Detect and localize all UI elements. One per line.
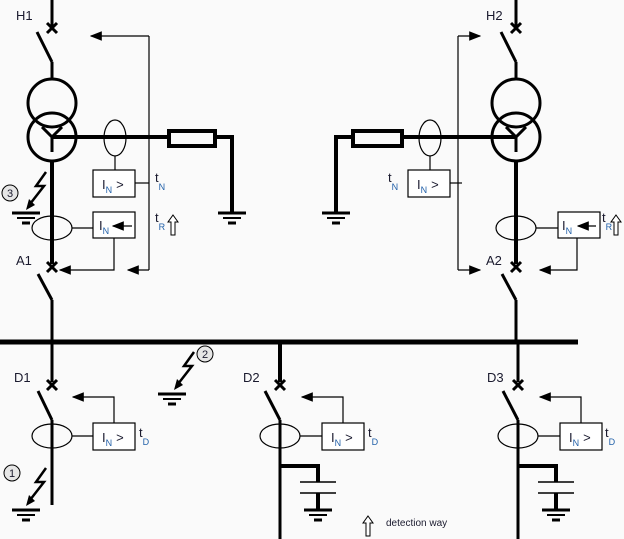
incomer-1: IN > tN tR IN H1 A1 3: [1, 0, 248, 342]
capacitor-icon: [538, 481, 574, 494]
feeder-d2: IN > tD D2: [243, 342, 379, 539]
timer-td-label: tD: [139, 425, 150, 447]
legend: detection way: [362, 515, 447, 537]
ground-icon: [302, 508, 334, 522]
ground-icon: [320, 211, 352, 225]
breaker-a2-label: A2: [486, 253, 502, 268]
ground-icon: [156, 392, 188, 406]
detection-way-arrow-icon: [167, 214, 179, 236]
fault-3-number: 3: [7, 188, 13, 200]
fault-lightning-icon: [172, 350, 196, 392]
fault-2: 2: [156, 345, 214, 406]
breaker-d3-label: D3: [487, 370, 504, 385]
hollow-up-arrow-icon: [362, 515, 374, 537]
neutral-resistor-1: [167, 129, 217, 148]
legend-label: detection way: [386, 518, 447, 529]
feeder-d1: IN > tD D1 1: [3, 342, 150, 522]
breaker-h2-label: H2: [486, 8, 503, 23]
detection-way-arrow-icon: [610, 214, 622, 236]
relay-neutral-overcurrent-1: [92, 169, 136, 198]
timer-td-label: tD: [368, 425, 379, 447]
relay-feeder-d1: [92, 422, 136, 451]
substation-earth-fault-diagram: IN > tN tR IN H1 A1 3 IN > tN IN tR H2 A…: [0, 0, 622, 539]
relay-neutral-overcurrent-2: [407, 169, 451, 198]
relay-feeder-d3: [559, 422, 603, 451]
relay-feeder-d2: [321, 422, 365, 451]
fault-lightning-icon: [24, 466, 48, 508]
ground-icon: [10, 508, 42, 522]
timer-tn-label: tN: [388, 170, 398, 192]
timer-td-label: tD: [605, 425, 616, 447]
timer-tr-label: tR: [602, 210, 613, 232]
ground-icon: [540, 508, 572, 522]
incomer-2: IN > tN IN tR H2 A2: [320, 0, 622, 342]
breaker-d1-label: D1: [14, 370, 31, 385]
fault-lightning-icon: [24, 170, 48, 212]
breaker-d2-label: D2: [243, 370, 260, 385]
breaker-a1-label: A1: [16, 253, 32, 268]
fault-2-number: 2: [202, 349, 208, 361]
neutral-resistor-2: [351, 129, 404, 148]
star-connection-icon: [504, 125, 528, 152]
capacitor-icon: [300, 481, 336, 494]
timer-tr-label: tR: [155, 210, 166, 232]
breaker-h1-label: H1: [16, 8, 33, 23]
timer-tn-label: tN: [155, 170, 165, 192]
ground-icon: [216, 211, 248, 225]
feeder-d3: IN > tD D3: [487, 342, 616, 539]
star-connection-icon: [40, 125, 64, 152]
fault-1-number: 1: [9, 468, 15, 480]
